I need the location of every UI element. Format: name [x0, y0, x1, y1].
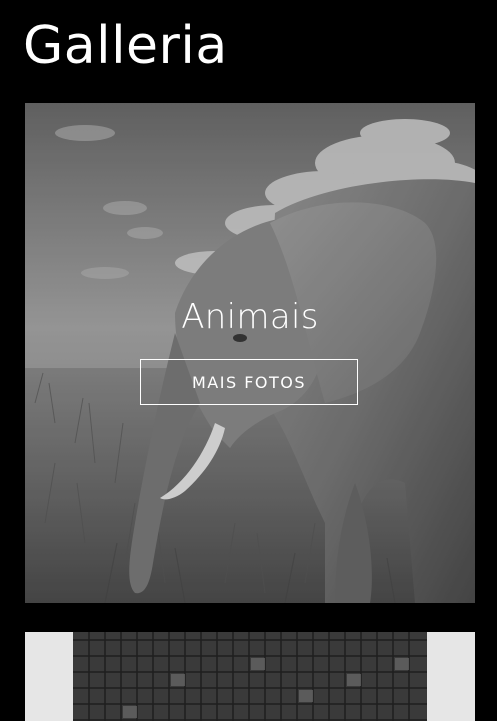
building-photo	[25, 632, 475, 721]
gallery-card-animals[interactable]: Animais MAIS FOTOS	[25, 103, 475, 603]
page-title: Galleria	[23, 16, 228, 76]
more-photos-button[interactable]: MAIS FOTOS	[140, 359, 358, 405]
card-title: Animais	[181, 297, 319, 337]
gallery-card-architecture[interactable]	[25, 632, 475, 721]
card-overlay: Animais MAIS FOTOS	[25, 103, 475, 603]
